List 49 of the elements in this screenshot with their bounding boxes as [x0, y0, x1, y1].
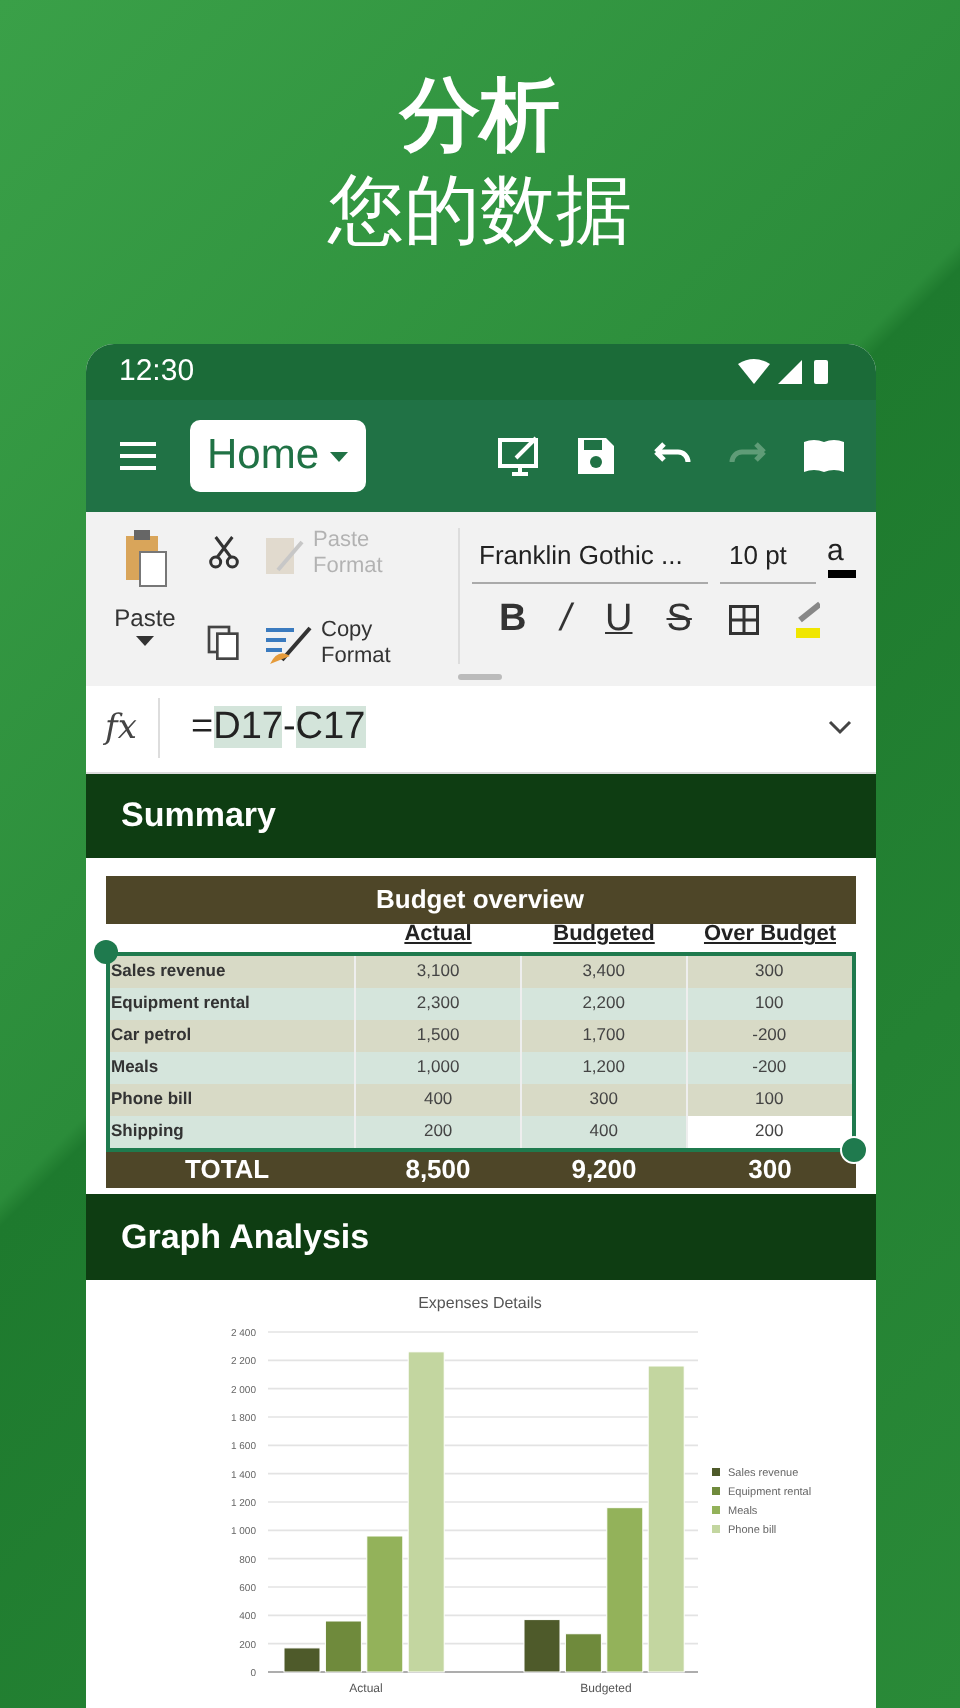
section-header: Summary [85, 774, 875, 858]
section-header: Graph Analysis [85, 1194, 875, 1280]
total-cell-text: 9,200 [569, 1152, 639, 1189]
clipboard-icon[interactable] [121, 528, 169, 593]
row-label: Phone bill [109, 1086, 195, 1113]
table-cell: 200 [685, 1115, 852, 1148]
highlighter-icon[interactable] [795, 599, 820, 640]
font-dropdown[interactable]: Franklin Gothic ... [471, 536, 707, 584]
formula-input[interactable]: =D17-C17 [159, 700, 827, 758]
row-label: Meals [109, 1054, 161, 1081]
table-title: Budget overview [105, 875, 855, 924]
row-label: Car petrol [109, 1022, 194, 1049]
chart-bar [323, 1620, 361, 1673]
function-label: fx [101, 705, 139, 752]
total-label: TOTAL [183, 1152, 272, 1189]
strike-button[interactable]: S [666, 599, 692, 640]
copy-icon[interactable] [203, 621, 243, 662]
promo-title: 分析 [400, 68, 560, 164]
chart-title: Expenses Details [417, 1293, 541, 1312]
borders-icon[interactable] [725, 601, 762, 638]
row-label: Sales revenue [109, 958, 228, 985]
chart-bar [365, 1535, 403, 1673]
italic-button[interactable]: / [560, 599, 572, 640]
caret-icon [136, 636, 154, 647]
view-dropdown[interactable]: Home [189, 420, 366, 492]
total-cell-text: 300 [746, 1152, 794, 1189]
caret-icon [329, 451, 348, 461]
row-label: Shipping [109, 1118, 186, 1145]
chart-bar [563, 1633, 601, 1673]
total-cell-text: 8,500 [403, 1152, 473, 1189]
underline-button[interactable]: U [605, 599, 633, 640]
paste-button[interactable]: Paste [114, 600, 176, 637]
font-size-dropdown[interactable]: 10 pt [719, 536, 815, 584]
selection-handle[interactable] [93, 939, 117, 964]
chevron-down-icon[interactable] [827, 720, 851, 737]
chart-bar [522, 1619, 560, 1673]
edit-screen-icon[interactable] [495, 432, 543, 480]
scissors-icon[interactable] [203, 532, 243, 573]
font-color-button[interactable]: a [827, 536, 855, 584]
column-header: Budgeted [551, 920, 657, 951]
chart-bar [282, 1647, 320, 1673]
column-header: Over Budget [701, 920, 838, 951]
row-label: Equipment rental [109, 990, 252, 1017]
column-header: Actual [402, 920, 474, 951]
promo-subtitle: 您的数据 [328, 164, 632, 256]
bold-button[interactable]: B [499, 599, 527, 640]
copy-format-button[interactable]: Copy Format [261, 617, 445, 670]
status-time: 12:30 [119, 351, 195, 392]
table-cell: 200 [354, 1115, 520, 1148]
